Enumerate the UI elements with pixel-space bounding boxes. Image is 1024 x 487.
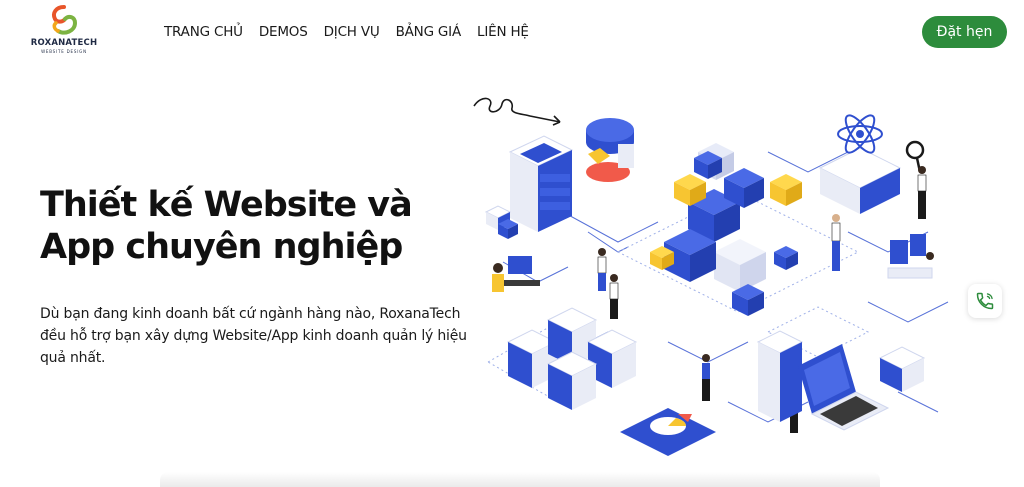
site-header: ROXANATECH WEBSITE DESIGN TRANG CHỦ DEMO… — [0, 0, 1024, 68]
cube-cluster-icon — [650, 143, 802, 316]
server-tower-icon — [508, 135, 574, 232]
nav-item-pricing[interactable]: BẢNG GIÁ — [396, 24, 462, 40]
hero-title: Thiết kế Website và App chuyên nghiệp — [40, 184, 460, 268]
hero-title-line-1: Thiết kế Website và — [40, 185, 413, 225]
nav-item-home[interactable]: TRANG CHỦ — [164, 24, 243, 40]
book-appointment-button[interactable]: Đặt hẹn — [922, 16, 1007, 48]
platform-pie-icon — [620, 408, 716, 456]
hero-title-line-2: App chuyên nghiệp — [40, 227, 403, 267]
nav-item-contact[interactable]: LIÊN HỆ — [477, 24, 529, 40]
site-logo[interactable]: ROXANATECH WEBSITE DESIGN — [18, 5, 110, 61]
nav-item-demos[interactable]: DEMOS — [259, 24, 308, 40]
phone-icon — [976, 292, 994, 310]
atom-pedestal-icon — [818, 114, 902, 214]
server-stack-icon — [756, 330, 804, 422]
logo-mark-icon — [52, 5, 78, 35]
dashboard-screens-icon — [887, 234, 934, 279]
isometric-tech-illustration — [473, 97, 949, 456]
main-nav: TRANG CHỦ DEMOS DỊCH VỤ BẢNG GIÁ LIÊN HỆ — [164, 24, 529, 40]
next-section-edge — [160, 472, 880, 487]
small-server-icon — [878, 346, 926, 392]
server-racks-icon — [506, 307, 638, 410]
logo-tagline: WEBSITE DESIGN — [41, 49, 87, 54]
pie-chart-block-icon — [586, 118, 634, 182]
person-desk-icon — [492, 256, 540, 292]
squiggle-arrow — [473, 97, 561, 123]
call-widget[interactable] — [968, 284, 1002, 318]
logo-name: ROXANATECH — [30, 38, 98, 48]
nav-item-services[interactable]: DỊCH VỤ — [324, 24, 380, 40]
hero-description: Dù bạn đang kinh doanh bất cứ ngành hàng… — [40, 306, 467, 366]
laptop-icon — [798, 344, 890, 431]
